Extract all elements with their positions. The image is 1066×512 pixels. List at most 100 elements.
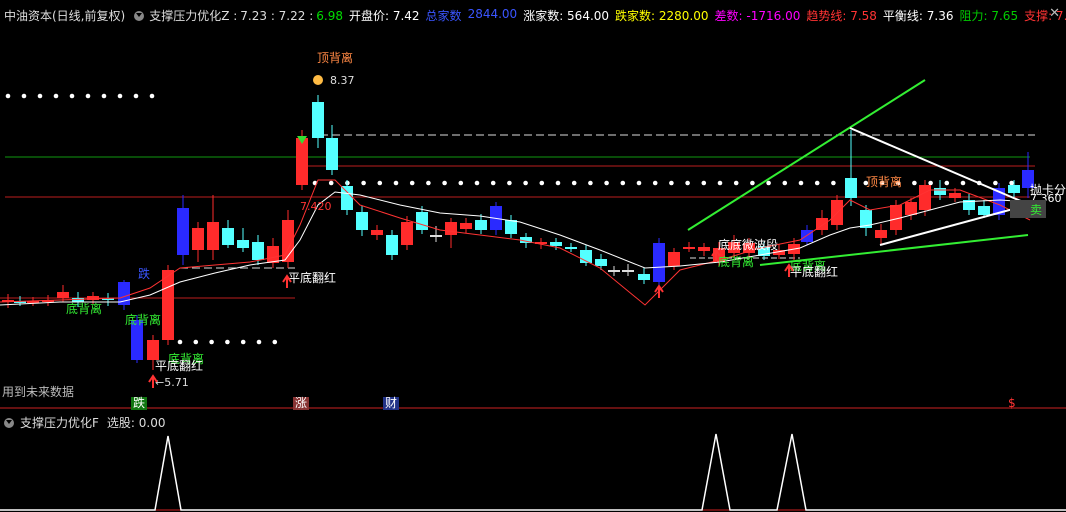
trend-line [0, 179, 1031, 306]
wave-label: 底底微波段 [718, 237, 778, 252]
resistance-dot [604, 180, 609, 186]
low-price-label: ←5.71 [155, 376, 189, 389]
fall-tag: 跌 [133, 395, 145, 410]
candle-body [875, 230, 887, 238]
high-price-label: 8.37 [330, 74, 355, 87]
candle-body [312, 102, 324, 138]
indicator-header: 中油资本(日线,前复权) 支撑压力优化Z : 7.23 : 7.22 : 6.9… [0, 0, 1066, 30]
sell-label: 卖 [1030, 203, 1042, 217]
resistance-dot [588, 180, 593, 186]
bottom-divergence-label: 底背离 [66, 301, 102, 316]
resistance-dot [490, 180, 496, 186]
header-item: 平衡线: 7.36 [882, 9, 954, 23]
bottom-divergence-label: 底背离 [125, 312, 161, 327]
candle-body [683, 247, 695, 249]
candle-body [934, 188, 946, 195]
support-dot [225, 339, 230, 345]
sub-indicator-chart[interactable] [0, 428, 1066, 512]
resistance-dot [117, 93, 123, 99]
resistance-dot [409, 180, 415, 186]
candle-body [919, 185, 931, 210]
green-trendline [687, 79, 926, 231]
support-dot [177, 339, 183, 345]
candle-body [445, 222, 457, 235]
resistance-dot [101, 93, 107, 99]
candle-body [326, 138, 338, 170]
resistance-dot [636, 180, 642, 186]
resistance-dot [507, 180, 512, 186]
dropdown-circle-icon[interactable] [134, 10, 145, 21]
candle-body [905, 202, 917, 215]
sub-dropdown-circle-icon[interactable] [4, 417, 14, 428]
candle-body [622, 270, 634, 272]
support-dot [209, 339, 214, 345]
header-item: 2844.00 [467, 7, 518, 21]
candle-body [550, 242, 562, 246]
candle-body [237, 240, 249, 248]
resistance-dot [814, 180, 820, 186]
candle-body [296, 138, 308, 185]
resistance-dot [442, 180, 447, 186]
candle-body [341, 186, 353, 210]
resistance-dot [377, 180, 383, 186]
candle-body [565, 247, 577, 249]
stock-title: 中油资本(日线,前复权) [4, 9, 126, 23]
resistance-dot [149, 93, 155, 99]
top-divergence-label: 顶背离 [317, 50, 353, 65]
candle-body [949, 193, 961, 198]
resistance-dot [571, 180, 577, 186]
header-item: 开盘价: 7.42 [348, 9, 420, 23]
candle-body [801, 230, 813, 242]
resistance-dot [733, 180, 739, 186]
flat-bottom-red-label: 平底翻红 [790, 264, 838, 279]
candle-body [416, 212, 428, 230]
header-item: 阻力: 7.65 [959, 9, 1019, 23]
resistance-dot [685, 180, 690, 186]
header-item: 总家数 [425, 9, 462, 23]
resistance-dot [652, 180, 658, 186]
candle-body [1008, 185, 1020, 193]
resistance-dot [5, 93, 11, 99]
candle-body [252, 242, 264, 260]
resistance-dot [69, 93, 75, 99]
white-trendline-low [879, 204, 1029, 246]
candle-body [207, 222, 219, 250]
top-divergence-label: 顶背离 [866, 174, 902, 189]
candle-body [401, 222, 413, 245]
candle-body [386, 235, 398, 255]
candle-body [978, 206, 990, 215]
rise-tag: 涨 [295, 395, 307, 410]
bottom-divergence-label: 底背离 [718, 254, 754, 269]
resistance-dot [523, 180, 528, 186]
resistance-dot [701, 180, 707, 186]
flat-bottom-red-label: 平底翻红 [155, 358, 203, 373]
resistance-dot [717, 180, 723, 186]
finance-tag: 财 [385, 396, 397, 410]
fall-label: 跌 [138, 266, 150, 281]
candle-body [505, 220, 517, 234]
resistance-dot [993, 180, 998, 186]
candle-body [267, 246, 279, 263]
candle-body [147, 340, 159, 360]
future-data-note: 用到未来数据 [2, 384, 74, 399]
candlestick-chart[interactable]: 顶背离8.37顶背离底背离底背离底背离底背离 底背离平底翻红平底翻红 平底翻红底底微… [0, 30, 1066, 410]
candle-body [608, 270, 620, 272]
candle-body [192, 228, 204, 250]
header-item: 趋势线: 7.58 [806, 9, 877, 23]
header-item: 跌家数: 2280.00 [615, 9, 709, 23]
resistance-dot [539, 180, 545, 186]
candle-body [668, 252, 680, 266]
indicator-name[interactable]: 支撑压力优化Z : [149, 7, 237, 24]
candle-body [177, 208, 189, 255]
resistance-dot [669, 180, 674, 186]
resistance-dot [328, 180, 334, 186]
resistance-dot [426, 180, 431, 186]
candle-body [475, 220, 487, 230]
resistance-dot [960, 180, 966, 186]
resistance-dot [798, 180, 804, 186]
candle-body [595, 259, 607, 266]
signal-line [0, 433, 1066, 511]
candle-body [57, 292, 69, 298]
close-icon[interactable]: ✕ [1049, 6, 1060, 21]
resistance-dot [766, 180, 771, 186]
